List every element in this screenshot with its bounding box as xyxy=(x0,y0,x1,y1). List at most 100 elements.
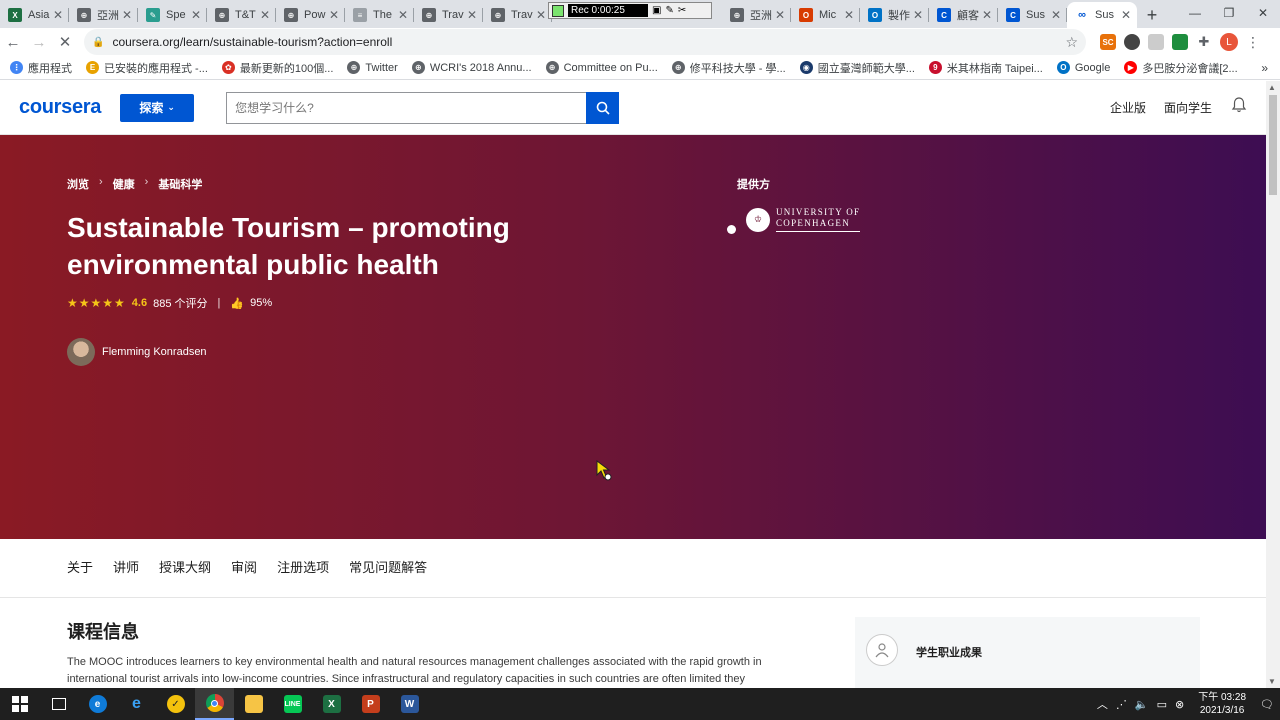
task-view-icon[interactable] xyxy=(39,688,78,720)
close-window-icon[interactable]: ✕ xyxy=(1246,0,1280,26)
puzzle-icon[interactable]: ✚ xyxy=(1196,34,1212,50)
taskbar-clock[interactable]: 下午 03:28 2021/3/16 xyxy=(1198,691,1246,717)
recorder-screenshot-icon[interactable]: ▣ xyxy=(652,5,661,16)
tab-close-icon[interactable]: ✕ xyxy=(260,8,270,22)
section-nav-item[interactable]: 讲师 xyxy=(113,557,139,576)
bookmark-item[interactable]: ⊕ Twitter xyxy=(347,61,398,74)
new-tab-button[interactable]: + xyxy=(1137,2,1167,28)
word-icon[interactable]: W xyxy=(390,688,429,720)
bookmark-item[interactable]: ▶ 多巴胺分泌會議[2... xyxy=(1124,60,1238,76)
file-explorer-icon[interactable] xyxy=(234,688,273,720)
bookmarks-overflow-icon[interactable]: » xyxy=(1261,61,1268,75)
bookmark-item[interactable]: ⊕ Committee on Pu... xyxy=(545,61,658,74)
tab-right-1[interactable]: O Mic ✕ xyxy=(791,2,860,28)
breadcrumb-health[interactable]: 健康 xyxy=(113,176,135,192)
green-extension-icon[interactable] xyxy=(1172,34,1188,50)
edge-icon[interactable]: e xyxy=(78,688,117,720)
tab-close-icon[interactable]: ✕ xyxy=(329,8,339,22)
tab-close-icon[interactable]: ✕ xyxy=(775,8,785,22)
profile-avatar[interactable]: L xyxy=(1220,33,1238,51)
tray-expand-icon[interactable]: ︿ xyxy=(1097,696,1108,712)
search-button[interactable] xyxy=(586,91,620,124)
enterprise-link[interactable]: 企业版 xyxy=(1110,99,1146,116)
bookmark-item[interactable]: 9 米其林指南 Taipei... xyxy=(928,60,1043,76)
input-method-icon[interactable]: ⊗ xyxy=(1175,698,1184,711)
tab-5[interactable]: ≡ The ✕ xyxy=(345,2,414,28)
back-icon[interactable]: ← xyxy=(0,29,26,55)
breadcrumb-basic-science[interactable]: 基础科学 xyxy=(158,176,202,192)
excel-icon[interactable]: X xyxy=(312,688,351,720)
grey-extension-icon[interactable] xyxy=(1148,34,1164,50)
review-count[interactable]: 885 个评分 xyxy=(153,295,207,311)
bookmark-item[interactable]: E 已安裝的應用程式 -... xyxy=(86,60,208,76)
tab-7[interactable]: ⊕ Trav ✕ xyxy=(483,2,552,28)
tab-4[interactable]: ⊕ Pow ✕ xyxy=(276,2,345,28)
students-link[interactable]: 面向学生 xyxy=(1164,99,1212,116)
bookmark-item[interactable]: ✿ 最新更新的100個... xyxy=(221,60,333,76)
scroll-up-icon[interactable]: ▲ xyxy=(1268,83,1276,92)
browser-menu-icon[interactable]: ⋮ xyxy=(1246,34,1260,51)
search-input[interactable]: 您想学习什么? xyxy=(226,91,587,124)
section-nav-item[interactable]: 常见问题解答 xyxy=(349,557,427,576)
volume-icon[interactable]: 🔈 xyxy=(1135,698,1149,711)
tab-right-3[interactable]: C 顧客 ✕ xyxy=(929,2,998,28)
tab-close-icon[interactable]: ✕ xyxy=(844,8,854,22)
start-button[interactable] xyxy=(0,688,39,720)
university-of-copenhagen-logo[interactable]: ♔ UNIVERSITY OF COPENHAGEN xyxy=(727,205,861,234)
tab-close-icon[interactable]: ✕ xyxy=(398,8,408,22)
instructor[interactable]: Flemming Konradsen xyxy=(67,338,207,366)
stop-loading-icon[interactable]: ✕ xyxy=(52,29,78,55)
tab-right-4[interactable]: C Sus ✕ xyxy=(998,2,1067,28)
notification-icon[interactable]: 🗨 xyxy=(1260,698,1274,711)
tab-close-icon[interactable]: ✕ xyxy=(982,8,992,22)
coursera-logo[interactable]: coursera xyxy=(19,96,101,119)
url-text[interactable]: coursera.org/learn/sustainable-tourism?a… xyxy=(112,35,392,49)
section-nav-item[interactable]: 注册选项 xyxy=(277,557,329,576)
recorder-cut-icon[interactable]: ✂ xyxy=(678,5,686,16)
tab-active[interactable]: ∞ Sus ✕ xyxy=(1067,2,1137,28)
section-nav-item[interactable]: 授课大纲 xyxy=(159,557,211,576)
tab-close-icon[interactable]: ✕ xyxy=(191,8,201,22)
bell-icon[interactable] xyxy=(1230,96,1248,119)
minimize-icon[interactable]: — xyxy=(1178,0,1212,26)
tab-close-icon[interactable]: ✕ xyxy=(122,8,132,22)
line-icon[interactable]: LINE xyxy=(273,688,312,720)
bookmark-item[interactable]: ◉ 國立臺灣師範大學... xyxy=(799,60,915,76)
lock-icon[interactable]: 🔒 xyxy=(92,37,104,48)
tab-close-icon[interactable]: ✕ xyxy=(53,8,63,22)
tab-1[interactable]: ⊕ 亞洲 ✕ xyxy=(69,2,138,28)
tab-3[interactable]: ⊕ T&T ✕ xyxy=(207,2,276,28)
chrome-icon[interactable] xyxy=(195,688,234,720)
forward-icon[interactable]: → xyxy=(26,29,52,55)
maximize-icon[interactable]: ❐ xyxy=(1212,0,1246,26)
tab-0[interactable]: X Asia ✕ xyxy=(0,2,69,28)
norton-icon[interactable]: ✓ xyxy=(156,688,195,720)
network-icon[interactable]: ⋰ xyxy=(1116,698,1127,711)
tab-6[interactable]: ⊕ Trav ✕ xyxy=(414,2,483,28)
powerpoint-icon[interactable]: P xyxy=(351,688,390,720)
tab-right-0[interactable]: ⊕ 亞洲 ✕ xyxy=(722,2,791,28)
section-nav-item[interactable]: 审阅 xyxy=(231,557,257,576)
circle-extension-icon[interactable] xyxy=(1124,34,1140,50)
bookmark-item[interactable]: ⊕ 修平科技大學 - 學... xyxy=(671,60,786,76)
ie-icon[interactable]: e xyxy=(117,688,156,720)
bookmark-star-icon[interactable]: ☆ xyxy=(1065,34,1078,51)
scroll-down-icon[interactable]: ▼ xyxy=(1268,677,1276,686)
instructor-name[interactable]: Flemming Konradsen xyxy=(102,346,207,358)
battery-icon[interactable]: ▭ xyxy=(1157,698,1167,711)
recorder-pen-icon[interactable]: ✎ xyxy=(665,5,673,16)
address-bar[interactable]: 🔒 coursera.org/learn/sustainable-tourism… xyxy=(84,29,1086,55)
section-nav-item[interactable]: 关于 xyxy=(67,557,93,576)
tab-close-icon[interactable]: ✕ xyxy=(467,8,477,22)
tab-2[interactable]: ✎ Spe ✕ xyxy=(138,2,207,28)
tab-right-2[interactable]: O 製作 ✕ xyxy=(860,2,929,28)
tab-close-icon[interactable]: ✕ xyxy=(913,8,923,22)
explore-button[interactable]: 探索 ⌄ xyxy=(120,93,195,122)
bookmark-item[interactable]: ⊕ WCRI's 2018 Annu... xyxy=(411,61,532,74)
page-scrollbar[interactable]: ▲ ▼ xyxy=(1266,81,1280,688)
bookmark-item[interactable]: ⋮ 應用程式 xyxy=(10,60,72,76)
tab-close-icon[interactable]: ✕ xyxy=(1121,8,1131,22)
tab-close-icon[interactable]: ✕ xyxy=(1051,8,1061,22)
sc-extension-icon[interactable]: SC xyxy=(1100,34,1116,50)
tab-close-icon[interactable]: ✕ xyxy=(536,8,546,22)
